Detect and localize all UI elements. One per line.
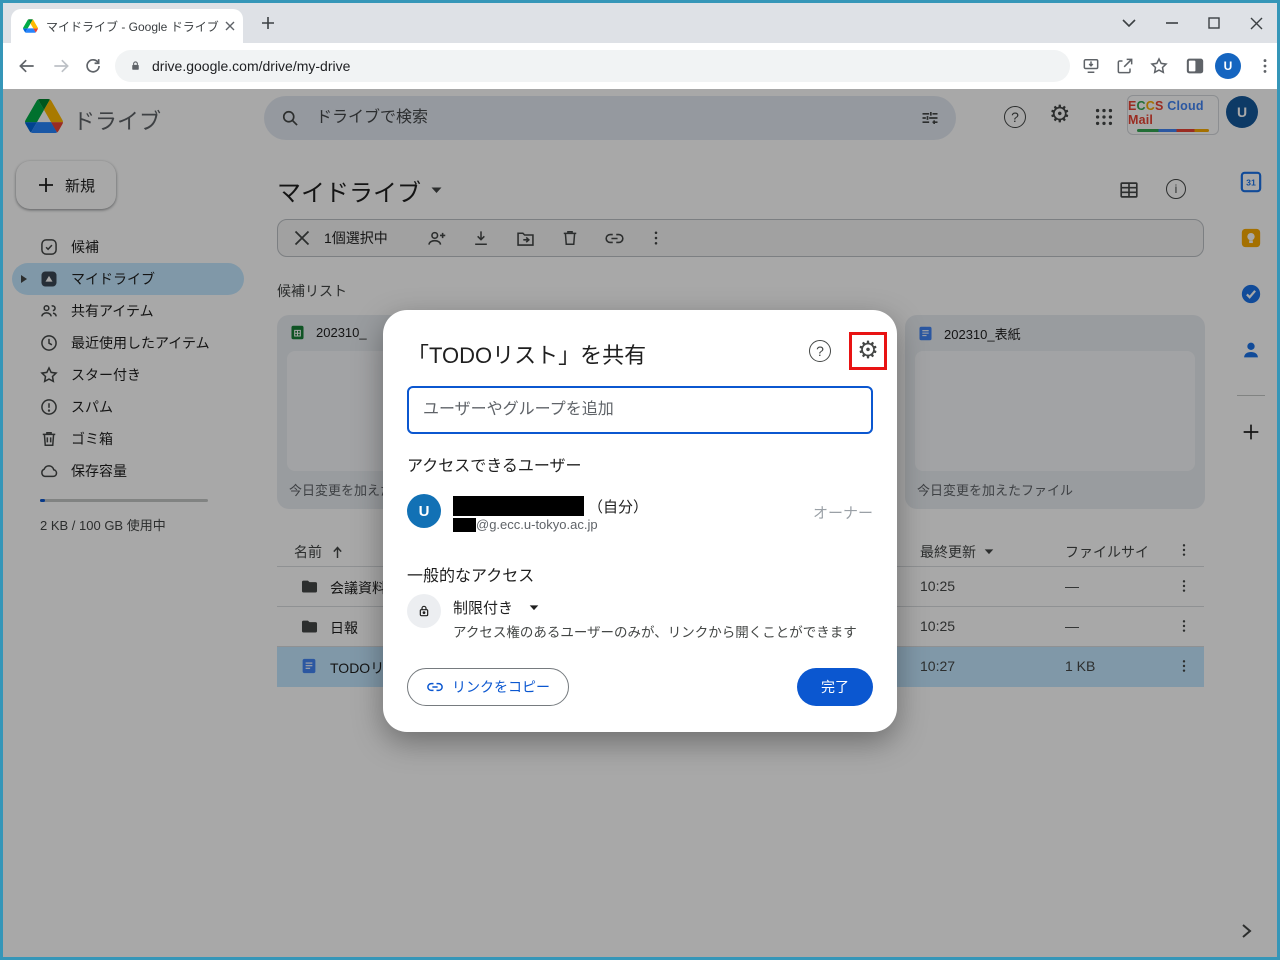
restricted-dropdown[interactable]: 制限付き [453, 597, 539, 618]
minimize-button[interactable] [1166, 22, 1178, 24]
access-users-heading: アクセスできるユーザー [407, 458, 582, 475]
restricted-description: アクセス権のあるユーザーのみが、リンクから開くことができます [453, 625, 857, 640]
drive-favicon [23, 19, 38, 33]
copy-link-button[interactable]: リンクをコピー [407, 668, 569, 706]
owner-role-label: オーナー [812, 505, 873, 522]
browser-profile-avatar[interactable]: U [1215, 53, 1241, 79]
redacted-owner-name [453, 496, 584, 516]
done-button[interactable]: 完了 [797, 668, 873, 706]
side-panel-icon[interactable] [1185, 57, 1205, 75]
browser-menu-icon[interactable] [1255, 56, 1275, 76]
link-icon [427, 682, 443, 692]
owner-name-row: （自分） [453, 496, 648, 516]
lock-icon [129, 59, 142, 73]
reload-button[interactable] [83, 56, 103, 76]
redacted-email-prefix [453, 517, 476, 532]
general-access-heading: 一般的なアクセス [407, 568, 535, 585]
browser-tab[interactable]: マイドライブ - Google ドライブ [11, 9, 243, 43]
maximize-button[interactable] [1208, 17, 1220, 29]
add-people-input[interactable] [407, 386, 873, 434]
dialog-help-icon[interactable]: ? [809, 340, 831, 362]
browser-toolbar: drive.google.com/drive/my-drive U [3, 43, 1277, 89]
browser-window: マイドライブ - Google ドライブ drive.google.com/dr… [0, 0, 1280, 960]
address-bar[interactable]: drive.google.com/drive/my-drive [115, 50, 1070, 82]
tab-title: マイドライブ - Google ドライブ [46, 19, 219, 34]
owner-email-suffix: @g.ecc.u-tokyo.ac.jp [476, 517, 598, 532]
share-dialog: 「TODOリスト」を共有 ? ⚙ アクセスできるユーザー U （自分） @g.e… [383, 310, 897, 732]
highlight-box: ⚙ [849, 332, 887, 370]
back-button[interactable] [17, 56, 37, 76]
tab-search-icon[interactable] [1122, 19, 1136, 27]
dialog-title: 「TODOリスト」を共有 [407, 343, 647, 368]
bookmark-star-icon[interactable] [1149, 56, 1169, 76]
share-settings-gear-icon[interactable]: ⚙ [857, 339, 879, 363]
restricted-label: 制限付き [453, 600, 514, 617]
tab-strip: マイドライブ - Google ドライブ [3, 3, 1277, 43]
url-text: drive.google.com/drive/my-drive [152, 58, 351, 74]
copy-link-label: リンクをコピー [452, 679, 550, 695]
owner-email-row: @g.ecc.u-tokyo.ac.jp [453, 517, 598, 532]
close-button[interactable] [1250, 17, 1263, 30]
dropdown-caret-icon [529, 604, 539, 610]
new-tab-button[interactable] [261, 16, 275, 30]
install-icon[interactable] [1081, 56, 1101, 76]
share-icon[interactable] [1115, 56, 1135, 76]
lock-restricted-icon [407, 594, 441, 628]
tab-close-icon[interactable] [225, 21, 235, 31]
drive-page: ドライブ ? ⚙ ECCS Cloud Mail U 新規 候補 [3, 89, 1277, 957]
owner-avatar: U [407, 494, 441, 528]
owner-self-label: （自分） [588, 498, 649, 516]
forward-button[interactable] [51, 56, 71, 76]
